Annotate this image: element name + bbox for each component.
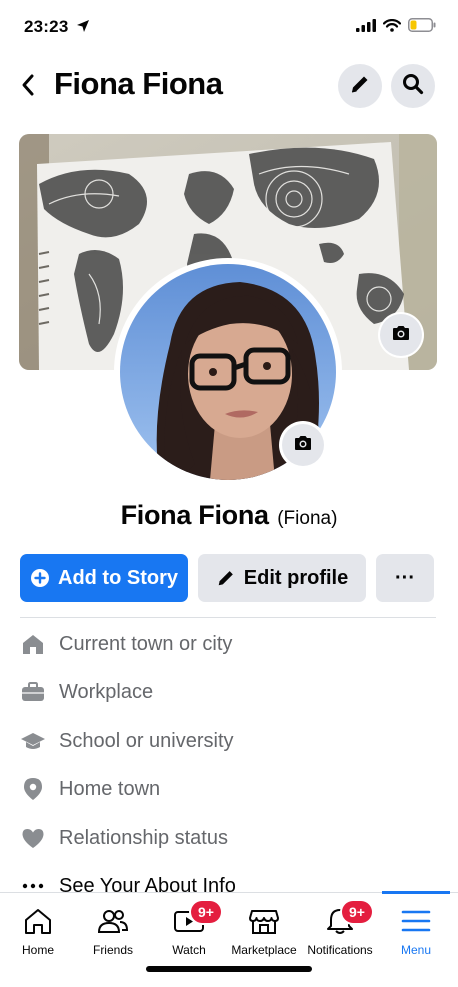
home-icon [0,905,76,937]
status-bar: 23:23 [0,0,458,50]
ellipsis-icon: ··· [395,566,415,589]
search-button[interactable] [391,64,435,108]
plus-circle-icon [31,569,49,587]
search-icon [402,73,424,100]
pencil-icon [349,73,371,100]
tab-label: Menu [400,943,432,957]
profile-name: Fiona Fiona (Fiona) [0,500,458,531]
location-arrow-icon [76,19,90,38]
profile-header: Fiona Fiona [0,58,458,116]
about-item-current-town[interactable]: Current town or city [20,622,440,666]
wifi-icon [382,18,402,37]
about-item-relationship[interactable]: Relationship status [20,816,440,860]
edit-profile-button[interactable]: Edit profile [198,554,366,602]
back-button[interactable] [16,70,40,100]
add-to-story-button[interactable]: Add to Story [20,554,188,602]
camera-icon [391,324,411,347]
about-item-label: Current town or city [59,632,233,655]
add-to-story-label: Add to Story [58,566,178,589]
home-indicator [146,966,312,972]
marketplace-icon [226,905,302,937]
bottom-tab-bar: Home Friends 9+ Watch Marketplace 9+ Not… [0,891,458,987]
about-item-label: Home town [59,777,161,800]
notifications-badge: 9+ [342,901,372,923]
heart-icon [20,825,46,851]
camera-icon [293,434,313,457]
tab-marketplace[interactable]: Marketplace [226,893,302,963]
tab-notifications[interactable]: 9+ Notifications [302,893,378,963]
about-item-workplace[interactable]: Workplace [20,670,440,714]
friends-icon [75,905,151,937]
profile-alternate-name: (Fiona) [277,508,338,529]
tab-friends[interactable]: Friends [75,893,151,963]
tab-menu[interactable]: Menu [378,893,454,963]
about-item-school[interactable]: School or university [20,719,440,763]
more-options-button[interactable]: ··· [376,554,434,602]
about-item-home-town[interactable]: Home town [20,767,440,811]
edit-profile-label: Edit profile [243,566,349,589]
profile-actions: Add to Story Edit profile ··· [20,554,436,602]
status-time: 23:23 [24,17,69,36]
signal-icon [356,18,376,37]
about-item-label: Workplace [59,680,154,703]
location-pin-icon [20,776,46,802]
pencil-icon [218,571,233,586]
cover-camera-button[interactable] [380,314,422,356]
watch-badge: 9+ [191,901,221,923]
menu-icon [378,905,454,937]
profile-name-main: Fiona Fiona [120,500,270,530]
page-title: Fiona Fiona [54,66,223,101]
battery-icon [408,18,436,37]
edit-button[interactable] [338,64,382,108]
avatar-camera-button[interactable] [282,424,324,466]
house-icon [20,631,46,657]
graduation-cap-icon [20,728,46,754]
divider [20,617,436,618]
about-item-label: School or university [59,729,234,752]
chevron-left-icon [22,74,34,96]
briefcase-icon [20,679,46,705]
about-item-label: Relationship status [59,826,228,849]
